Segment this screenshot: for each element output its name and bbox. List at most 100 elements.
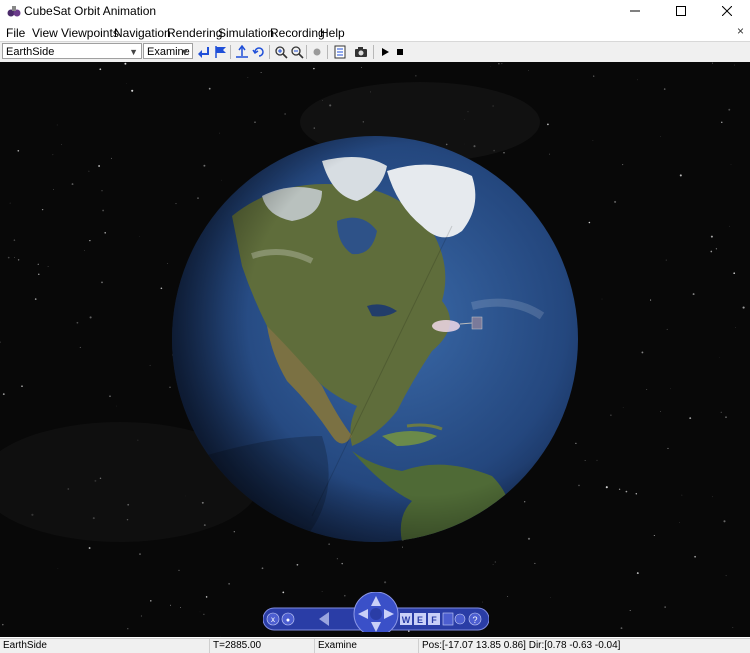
toolbar-separator <box>230 45 231 59</box>
star <box>38 264 39 265</box>
go-to-viewpoint-button[interactable] <box>195 43 213 61</box>
minimize-button[interactable] <box>612 0 658 22</box>
navigation-mode-select[interactable]: Examine ▼ <box>143 43 193 59</box>
menu-simulation[interactable]: Simulation <box>218 26 274 40</box>
star <box>178 570 179 571</box>
star <box>597 460 598 461</box>
notes-button[interactable] <box>331 43 349 61</box>
star <box>731 164 732 165</box>
star <box>729 226 730 227</box>
star <box>712 63 713 64</box>
star <box>228 583 229 584</box>
menu-bar: File View Viewpoints Navigation Renderin… <box>0 23 750 41</box>
star <box>622 164 623 165</box>
camera-icon <box>354 45 368 59</box>
star <box>384 581 386 583</box>
record-icon <box>312 47 322 57</box>
nav-dot-label[interactable]: ● <box>286 617 290 624</box>
record-button[interactable] <box>308 43 326 61</box>
star <box>17 150 19 152</box>
star <box>728 109 730 111</box>
star <box>89 240 90 241</box>
star <box>98 165 100 167</box>
star <box>58 568 59 569</box>
star <box>621 627 623 629</box>
zoom-out-button[interactable] <box>288 43 306 61</box>
nav-help-label[interactable]: ? <box>472 615 477 625</box>
star <box>248 78 249 79</box>
star <box>711 236 713 238</box>
status-mode: Examine <box>315 639 419 653</box>
go-to-viewpoint-icon <box>197 45 211 59</box>
star <box>209 88 211 90</box>
star <box>328 543 329 544</box>
star <box>660 136 661 137</box>
title-bar: CubeSat Orbit Animation <box>0 0 750 22</box>
status-bar: EarthSide T=2885.00 Examine Pos:[-17.07 … <box>0 638 750 653</box>
star <box>150 600 151 601</box>
star <box>18 259 19 260</box>
menu-viewpoints[interactable]: Viewpoints <box>61 26 119 40</box>
star <box>126 83 127 84</box>
star <box>712 497 713 498</box>
star <box>169 386 171 388</box>
star <box>716 248 717 249</box>
close-button[interactable] <box>704 0 750 22</box>
star <box>636 493 637 494</box>
toolbar-separator <box>269 45 270 59</box>
star <box>593 140 594 141</box>
star <box>589 222 591 224</box>
star <box>602 299 603 300</box>
star <box>72 183 74 185</box>
star <box>732 627 733 628</box>
star <box>150 365 151 366</box>
menu-rendering[interactable]: Rendering <box>167 26 222 40</box>
stop-button[interactable] <box>391 43 409 61</box>
straighten-up-button[interactable] <box>233 43 251 61</box>
minimize-icon <box>630 6 640 16</box>
menu-recording[interactable]: Recording <box>270 26 325 40</box>
star <box>109 396 110 397</box>
notes-icon <box>333 45 347 59</box>
star <box>337 558 338 559</box>
screenshot-button[interactable] <box>352 43 370 61</box>
viewpoint-select[interactable]: EarthSide ▼ <box>2 43 142 59</box>
star <box>341 563 342 564</box>
menu-view[interactable]: View <box>32 26 58 40</box>
star <box>99 68 101 70</box>
menu-close-icon[interactable]: × <box>737 24 744 38</box>
nav-close-label[interactable]: x <box>271 615 275 624</box>
star <box>180 607 181 608</box>
star <box>666 260 667 261</box>
star <box>53 155 54 156</box>
star <box>14 257 15 258</box>
star <box>38 274 39 275</box>
window-title: CubeSat Orbit Animation <box>24 4 156 18</box>
flag-button[interactable] <box>212 43 230 61</box>
navigation-panel[interactable]: x ● W E F ? <box>263 592 489 632</box>
star <box>664 88 666 90</box>
star <box>254 121 256 123</box>
star <box>0 341 1 342</box>
toolbar: EarthSide ▼ Examine ▼ <box>0 41 750 63</box>
stop-icon <box>395 47 405 57</box>
star <box>261 72 262 73</box>
star <box>619 489 620 490</box>
menu-navigation[interactable]: Navigation <box>114 26 171 40</box>
nav-e-label[interactable]: E <box>417 615 423 625</box>
nav-w-label[interactable]: W <box>402 615 411 625</box>
vrml-viewer-icon <box>6 4 22 18</box>
maximize-button[interactable] <box>658 0 704 22</box>
3d-viewport[interactable]: x ● W E F ? <box>0 62 750 637</box>
nav-f-label[interactable]: F <box>431 615 437 625</box>
toolbar-separator <box>306 45 307 59</box>
menu-help[interactable]: Help <box>320 26 345 40</box>
menu-file[interactable]: File <box>6 26 25 40</box>
earth-globe <box>172 136 578 542</box>
star <box>734 65 735 66</box>
star <box>101 190 102 191</box>
undo-move-button[interactable] <box>250 43 268 61</box>
star <box>680 174 682 176</box>
star <box>578 485 580 487</box>
star <box>725 416 726 417</box>
